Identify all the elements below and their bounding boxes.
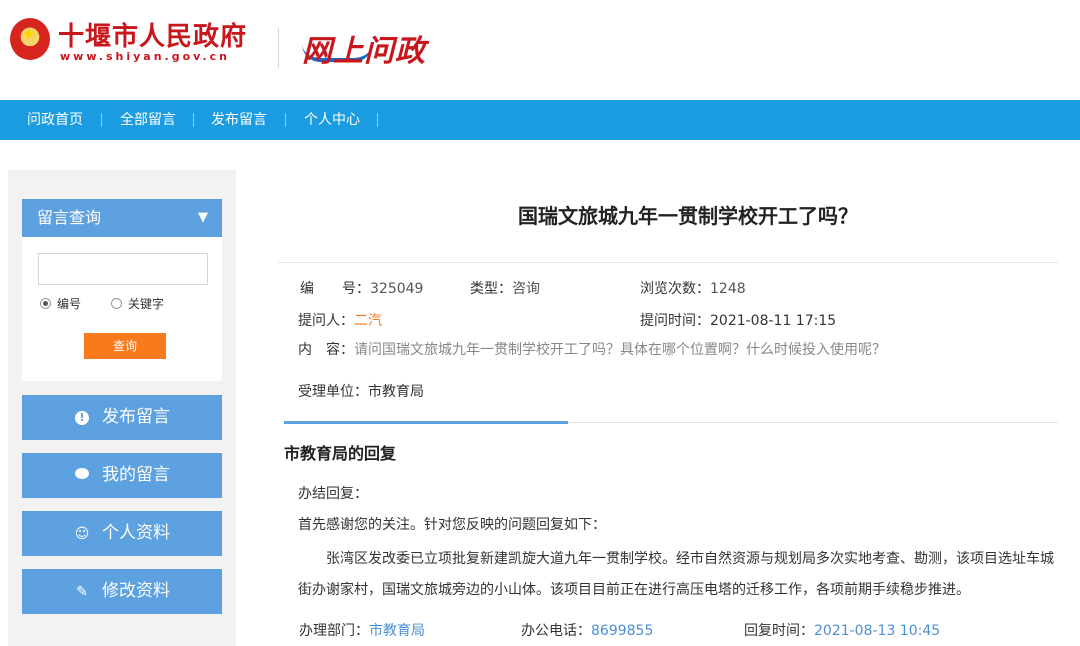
query-button[interactable]: 查询	[84, 333, 166, 359]
meta-time: 提问时间：2021-08-11 17:15	[640, 311, 836, 331]
main-nav: 问政首页 全部留言 发布留言 个人中心	[0, 100, 1080, 140]
nav-separator	[285, 113, 286, 127]
meta-content-label: 内 容：	[298, 342, 354, 358]
question-meta: 编 号：325049 类型：咨询 浏览次数：1248 提问人：二汽 提问时间：2…	[278, 262, 1058, 410]
office-phone-label: 办公电话：	[521, 623, 591, 639]
message-query-panel: 留言查询 ▼ 编号 关键字 查询	[22, 199, 222, 381]
site-title[interactable]: 十堰市人民政府	[58, 16, 247, 53]
query-panel-header[interactable]: 留言查询 ▼	[22, 199, 222, 237]
edit-profile-label: 修改资料	[102, 581, 170, 601]
profile-button[interactable]: ☺ 个人资料	[22, 511, 222, 556]
reply-time-value: 2021-08-13 10:45	[814, 623, 941, 639]
reply-tab-active-bar	[284, 421, 568, 424]
site-url[interactable]: www.shiyan.gov.cn	[60, 50, 230, 63]
nav-item-user-center[interactable]: 个人中心	[304, 100, 360, 140]
reply-paragraph-2-line-2: 街办谢家村，国瑞文旅城旁边的小山体。该项目目前正在进行高压电塔的迁移工作，各项前…	[298, 582, 970, 598]
caret-down-icon[interactable]: ▼	[198, 199, 208, 237]
reply-paragraph-2-line-1: 张湾区发改委已立项批复新建凯旋大道九年一贯制学校。经市自然资源与规划局多次实地考…	[326, 551, 1054, 567]
query-input[interactable]	[38, 253, 208, 285]
nav-separator	[377, 113, 378, 127]
query-panel-title: 留言查询	[37, 208, 102, 227]
nav-separator	[101, 113, 102, 127]
national-emblem-icon: ★	[10, 18, 50, 60]
nav-item-home[interactable]: 问政首页	[27, 100, 83, 140]
edit-profile-button[interactable]: ✎ 修改资料	[22, 569, 222, 614]
reply-heading: 市教育局的回复	[284, 444, 397, 463]
meta-dept-label: 受理单位：	[298, 384, 368, 400]
handling-dept-label: 办理部门：	[299, 623, 369, 639]
pencil-icon: ✎	[76, 584, 88, 600]
meta-time-value: 2021-08-11 17:15	[710, 313, 837, 329]
message-detail: 国瑞文旅城九年一贯制学校开工了吗？ 编 号：325049 类型：咨询 浏览次数：…	[236, 170, 1080, 646]
site-header: ★ 十堰市人民政府 www.shiyan.gov.cn 网上问政	[0, 0, 1080, 100]
reply-time-label: 回复时间：	[744, 623, 814, 639]
meta-asker-value[interactable]: 二汽	[354, 313, 382, 329]
post-message-label: 发布留言	[102, 407, 170, 427]
user-icon: ☺	[74, 526, 90, 542]
reply-office-phone: 办公电话：8699855	[521, 620, 653, 640]
logo-text: 网上问政	[302, 34, 426, 69]
radio-keyword[interactable]: 关键字	[111, 296, 164, 312]
office-phone-value: 8699855	[591, 623, 654, 639]
handling-dept-value: 市教育局	[369, 623, 425, 639]
nav-item-post-message[interactable]: 发布留言	[211, 100, 267, 140]
reply-status: 办结回复：	[298, 486, 368, 502]
meta-views: 浏览次数：1248	[640, 279, 746, 299]
meta-type-value: 咨询	[512, 281, 540, 297]
radio-number-label: 编号	[57, 297, 82, 311]
post-message-button[interactable]: ! 发布留言	[22, 395, 222, 440]
profile-label: 个人资料	[102, 523, 170, 543]
header-divider	[278, 28, 279, 68]
nav-separator	[193, 113, 194, 127]
nav-item-all-messages[interactable]: 全部留言	[120, 100, 176, 140]
reply-paragraph-1: 首先感谢您的关注。针对您反映的问题回复如下：	[298, 517, 606, 533]
meta-views-value: 1248	[710, 281, 746, 297]
meta-content-value: 请问国瑞文旅城九年一贯制学校开工了吗？具体在哪个位置啊？什么时候投入使用呢？	[354, 342, 886, 358]
meta-asker: 提问人：二汽	[298, 311, 382, 331]
meta-views-label: 浏览次数：	[640, 281, 710, 297]
radio-unselected-icon[interactable]	[111, 298, 122, 309]
meta-dept-value: 市教育局	[368, 384, 424, 400]
my-messages-label: 我的留言	[102, 465, 170, 485]
meta-content: 内 容：请问国瑞文旅城九年一贯制学校开工了吗？具体在哪个位置啊？什么时候投入使用…	[298, 340, 886, 360]
sidebar: 留言查询 ▼ 编号 关键字 查询 ! 发布留言 我的留言 ☺ 个人资料 ✎ 修改资料	[8, 170, 236, 646]
meta-dept: 受理单位：市教育局	[298, 382, 424, 402]
meta-number-label: 编 号：	[300, 281, 370, 297]
reply-time: 回复时间：2021-08-13 10:45	[744, 620, 940, 640]
meta-type-label: 类型：	[470, 281, 512, 297]
meta-number-value: 325049	[370, 281, 424, 297]
radio-keyword-label: 关键字	[128, 297, 165, 311]
radio-selected-icon[interactable]	[40, 298, 51, 309]
meta-time-label: 提问时间：	[640, 313, 710, 329]
chat-bubble-icon	[74, 454, 90, 499]
my-messages-button[interactable]: 我的留言	[22, 453, 222, 498]
reply-handling-dept: 办理部门：市教育局	[299, 620, 425, 640]
meta-asker-label: 提问人：	[298, 313, 354, 329]
meta-type: 类型：咨询	[470, 279, 540, 299]
exclamation-icon: !	[74, 396, 90, 441]
meta-number: 编 号：325049	[300, 279, 423, 299]
radio-number[interactable]: 编号	[40, 296, 81, 312]
question-title: 国瑞文旅城九年一贯制学校开工了吗？	[518, 204, 858, 228]
